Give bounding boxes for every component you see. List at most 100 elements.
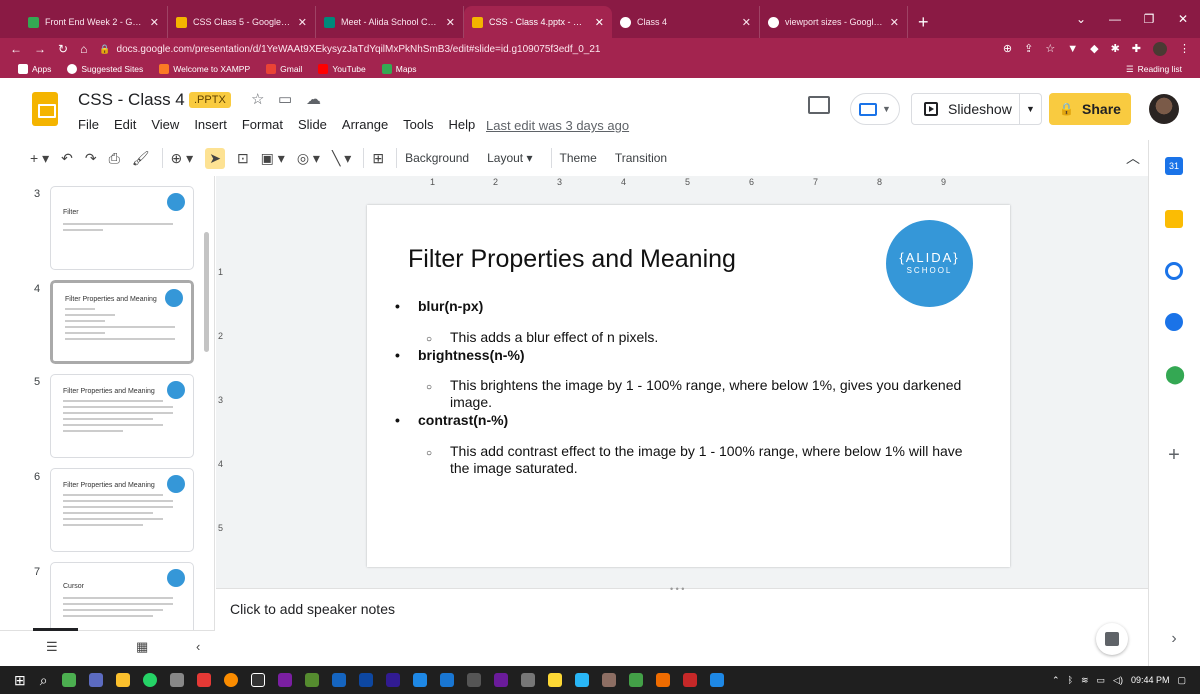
document-title[interactable]: CSS - Class 4 <box>78 90 185 110</box>
comment-history-icon[interactable] <box>808 96 830 114</box>
menu-slide[interactable]: Slide <box>298 117 327 132</box>
slide-thumbnail[interactable]: Filter Properties and Meaning <box>50 374 194 458</box>
menu-insert[interactable]: Insert <box>194 117 227 132</box>
grid-view-icon[interactable]: ▦ <box>136 639 148 655</box>
collapse-filmstrip-icon[interactable]: ‹ <box>196 639 200 654</box>
bullet-description[interactable]: This brightens the image by 1 - 100% ran… <box>426 377 966 411</box>
notification-icon[interactable]: ▢ <box>1177 675 1186 686</box>
shape-icon[interactable]: ◎ ▾ <box>297 150 320 167</box>
url-field[interactable]: 🔒 docs.google.com/presentation/d/1YeWAAt9… <box>99 40 991 58</box>
present-to-meeting-button[interactable]: ▼ <box>850 93 900 125</box>
close-window-button[interactable]: ✕ <box>1166 12 1200 26</box>
extension-icon[interactable]: ◆ <box>1090 43 1098 55</box>
background-button[interactable]: Background <box>405 151 469 165</box>
bookmark-youtube[interactable]: YouTube <box>318 64 366 74</box>
bookmark-star-icon[interactable]: ☆ <box>1045 43 1055 55</box>
app-icon[interactable] <box>196 673 211 687</box>
alida-school-logo[interactable]: {ALIDA} SCHOOL <box>886 220 973 307</box>
menu-file[interactable]: File <box>78 117 99 132</box>
slideshow-button[interactable]: Slideshow ▼ <box>911 93 1042 125</box>
clock-time[interactable]: 09:44 PM <box>1131 675 1170 685</box>
layout-button[interactable]: Layout ▾ <box>487 151 532 165</box>
whatsapp-icon[interactable] <box>142 673 157 687</box>
menu-view[interactable]: View <box>151 117 179 132</box>
chevron-up-icon[interactable]: ⌃ <box>1052 675 1060 686</box>
restore-button[interactable]: ❐ <box>1132 12 1166 26</box>
select-cursor-icon[interactable]: ➤ <box>205 147 225 169</box>
keep-icon[interactable] <box>1165 210 1183 228</box>
bookmark-apps[interactable]: Apps <box>18 64 51 74</box>
menu-arrange[interactable]: Arrange <box>342 117 388 132</box>
close-icon[interactable]: ✕ <box>150 16 159 29</box>
star-icon[interactable]: ☆ <box>251 90 264 108</box>
close-icon[interactable]: ✕ <box>890 16 899 29</box>
premiere-icon[interactable] <box>385 673 400 687</box>
share-page-icon[interactable]: ⇪ <box>1024 43 1033 55</box>
line-icon[interactable]: ╲ ▾ <box>332 150 351 167</box>
zoom-icon[interactable]: ⊕ ▾ <box>171 150 194 167</box>
slide-thumbnail[interactable]: Filter Properties and Meaning <box>50 468 194 552</box>
minimize-button[interactable]: — <box>1098 12 1132 26</box>
close-icon[interactable]: ✕ <box>446 16 455 29</box>
resize-handle[interactable]: • • • <box>670 584 684 594</box>
chevron-right-icon[interactable]: › <box>1165 630 1183 648</box>
print-icon[interactable]: ⎙ <box>109 150 120 167</box>
app-icon[interactable] <box>601 673 616 687</box>
photoshop-icon[interactable] <box>358 673 373 687</box>
app-icon[interactable] <box>682 673 697 687</box>
theme-button[interactable]: Theme <box>560 151 597 165</box>
app-icon[interactable] <box>709 673 724 687</box>
app-icon[interactable] <box>628 673 643 687</box>
new-tab-button[interactable]: + <box>908 6 939 38</box>
bookmark-maps[interactable]: Maps <box>381 64 417 74</box>
menu-tools[interactable]: Tools <box>403 117 433 132</box>
slides-logo-icon[interactable] <box>32 92 58 126</box>
network-icon[interactable]: ▭ <box>1097 675 1106 686</box>
close-icon[interactable]: ✕ <box>742 16 751 29</box>
home-icon[interactable]: ⌂ <box>80 42 87 56</box>
browser-tab[interactable]: CSS Class 5 - Google Slides✕ <box>168 6 316 38</box>
calendar-icon[interactable]: 31 <box>1165 157 1183 175</box>
explore-button[interactable] <box>1096 623 1128 655</box>
task-view-icon[interactable] <box>88 673 103 687</box>
app-icon[interactable] <box>169 673 184 687</box>
app-icon[interactable] <box>439 673 454 687</box>
app-icon[interactable] <box>520 673 535 687</box>
bullet-heading[interactable]: blur(n-px) <box>395 298 483 314</box>
bullet-description[interactable]: This add contrast effect to the image by… <box>426 443 966 477</box>
browser-tab[interactable]: Class 4 ✕ <box>612 6 760 38</box>
speaker-notes[interactable]: • • • Click to add speaker notes <box>216 584 1148 666</box>
puzzle-icon[interactable]: ✚ <box>1132 43 1141 55</box>
app-icon[interactable] <box>277 673 292 687</box>
menu-edit[interactable]: Edit <box>114 117 136 132</box>
share-button[interactable]: 🔒 Share <box>1049 93 1131 125</box>
cloud-status-icon[interactable]: ☁ <box>306 90 321 108</box>
wifi-icon[interactable]: ≋ <box>1081 675 1089 686</box>
app-icon[interactable] <box>331 673 346 687</box>
forward-icon[interactable]: → <box>34 42 46 56</box>
browser-tab[interactable]: viewport sizes - Google Search✕ <box>760 6 908 38</box>
bookmark-gmail[interactable]: Gmail <box>266 64 302 74</box>
current-slide[interactable]: Filter Properties and Meaning {ALIDA} SC… <box>367 205 1010 567</box>
reload-icon[interactable]: ↻ <box>58 42 68 56</box>
menu-format[interactable]: Format <box>242 117 283 132</box>
filmstrip-view-icon[interactable]: ☰ <box>46 639 58 655</box>
app-icon[interactable] <box>466 673 481 687</box>
reading-list[interactable]: ☰ Reading list <box>1126 64 1182 75</box>
windows-start-icon[interactable]: ⊞ <box>14 672 26 689</box>
bookmark-xampp[interactable]: Welcome to XAMPP <box>159 64 250 74</box>
vscode-icon[interactable] <box>412 673 427 687</box>
browser-tab-active[interactable]: CSS - Class 4.pptx - Google Slides✕ <box>464 6 612 38</box>
get-addons-icon[interactable]: + <box>1165 445 1183 465</box>
zoom-icon[interactable]: ⊕ <box>1003 43 1012 55</box>
speaker-notes-placeholder[interactable]: Click to add speaker notes <box>230 601 395 617</box>
browser-tab[interactable]: Meet - Alida School Cohort ✕ <box>316 6 464 38</box>
app-icon[interactable] <box>223 673 238 687</box>
tasks-icon[interactable] <box>1165 262 1183 280</box>
kebab-menu-icon[interactable]: ⋮ <box>1179 43 1190 55</box>
contacts-icon[interactable] <box>1165 313 1183 331</box>
profile-avatar[interactable] <box>1153 42 1167 57</box>
app-icon[interactable] <box>655 673 670 687</box>
text-box-icon[interactable]: ⊡ <box>237 150 249 167</box>
move-folder-icon[interactable]: ▭ <box>278 90 292 108</box>
